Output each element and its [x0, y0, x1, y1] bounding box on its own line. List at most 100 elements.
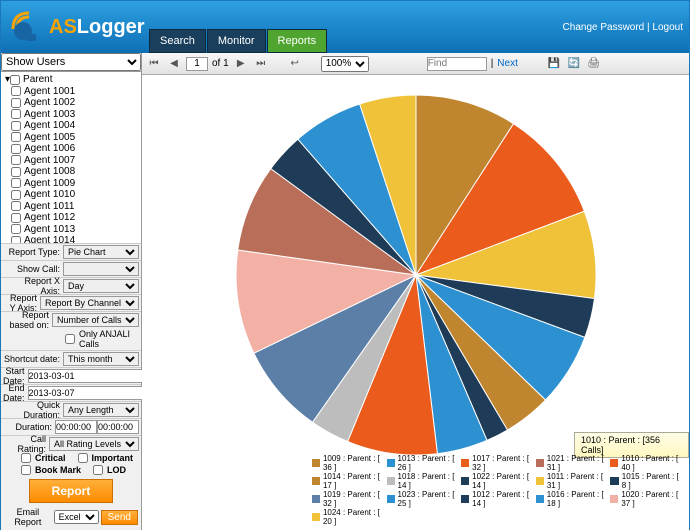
- send-button[interactable]: Send: [101, 510, 138, 525]
- tree-checkbox[interactable]: [10, 75, 20, 85]
- legend-swatch: [461, 459, 469, 467]
- report-button[interactable]: Report: [29, 479, 114, 503]
- rating-select[interactable]: All Rating Levels: [49, 437, 139, 451]
- users-tree[interactable]: ▾Parent Agent 1001Agent 1002Agent 1003Ag…: [1, 72, 141, 243]
- legend-item: 1015 : Parent : [ 8 ]: [610, 472, 679, 490]
- legend-swatch: [312, 513, 320, 521]
- prev-page-icon[interactable]: ◀: [166, 56, 182, 72]
- label: Show Call:: [3, 264, 63, 274]
- report-type-select[interactable]: Pie Chart: [63, 245, 139, 259]
- tree-item[interactable]: Agent 1008: [3, 166, 139, 178]
- show-call-select[interactable]: [63, 262, 139, 276]
- next-page-icon[interactable]: ▶: [233, 56, 249, 72]
- duration-from-input[interactable]: [55, 420, 97, 434]
- refresh-icon[interactable]: 🔄: [566, 56, 582, 72]
- only-anjali-checkbox[interactable]: [65, 334, 75, 344]
- report-content: ⏮ ◀ of 1 ▶ ⏭ ↩ 100% |Next 💾 🔄 🖨 1010 : P…: [142, 53, 689, 530]
- tree-checkbox[interactable]: [11, 201, 21, 211]
- tree-item[interactable]: Agent 1011: [3, 201, 139, 213]
- tree-checkbox[interactable]: [11, 167, 21, 177]
- legend-label: 1012 : Parent : [ 14 ]: [472, 490, 530, 508]
- tree-item[interactable]: Agent 1005: [3, 132, 139, 144]
- tree-checkbox[interactable]: [11, 178, 21, 188]
- tree-label: Agent 1014: [24, 235, 75, 243]
- x-axis-select[interactable]: Day: [63, 279, 139, 293]
- legend-swatch: [387, 459, 395, 467]
- label: Call Rating:: [3, 434, 49, 454]
- export-icon[interactable]: 💾: [546, 56, 562, 72]
- tree-item[interactable]: Agent 1010: [3, 189, 139, 201]
- show-users-select[interactable]: Show Users: [1, 53, 141, 71]
- tree-checkbox[interactable]: [11, 132, 21, 142]
- tree-checkbox[interactable]: [11, 109, 21, 119]
- tree-checkbox[interactable]: [11, 144, 21, 154]
- legend-item: 1013 : Parent : [ 26 ]: [387, 454, 456, 472]
- tree-label: Agent 1009: [24, 178, 75, 189]
- important-checkbox[interactable]: [78, 453, 88, 463]
- tree-checkbox[interactable]: [11, 213, 21, 223]
- y-axis-select[interactable]: Report By Channel: [40, 296, 139, 310]
- legend-item: 1011 : Parent : [ 31 ]: [536, 472, 605, 490]
- last-page-icon[interactable]: ⏭: [253, 56, 269, 72]
- find-input[interactable]: [427, 57, 487, 71]
- tree-checkbox[interactable]: [11, 121, 21, 131]
- tree-item[interactable]: Agent 1003: [3, 109, 139, 121]
- tree-item[interactable]: Agent 1007: [3, 155, 139, 167]
- legend-swatch: [461, 477, 469, 485]
- legend-label: 1020 : Parent : [ 37 ]: [621, 490, 679, 508]
- duration-to-input[interactable]: [97, 420, 139, 434]
- tab-search[interactable]: Search: [149, 29, 206, 53]
- start-date-input[interactable]: [28, 369, 147, 383]
- legend-label: 1015 : Parent : [ 8 ]: [622, 472, 679, 490]
- legend-label: 1011 : Parent : [ 31 ]: [547, 472, 605, 490]
- legend-swatch: [387, 495, 395, 503]
- tree-checkbox[interactable]: [11, 224, 21, 234]
- tree-checkbox[interactable]: [11, 155, 21, 165]
- tree-checkbox[interactable]: [11, 98, 21, 108]
- print-icon[interactable]: 🖨: [586, 56, 602, 72]
- tree-root[interactable]: ▾Parent: [3, 74, 139, 86]
- label: Only ANJALI Calls: [79, 329, 137, 349]
- tree-item[interactable]: Agent 1009: [3, 178, 139, 190]
- legend-label: 1021 : Parent : [ 31 ]: [547, 454, 605, 472]
- tab-reports[interactable]: Reports: [267, 29, 328, 53]
- tree-item[interactable]: Agent 1006: [3, 143, 139, 155]
- tree-checkbox[interactable]: [11, 236, 21, 243]
- email-format-select[interactable]: Excel: [54, 510, 99, 524]
- legend-item: 1021 : Parent : [ 31 ]: [536, 454, 605, 472]
- legend-label: 1022 : Parent : [ 14 ]: [472, 472, 530, 490]
- legend-swatch: [312, 477, 320, 485]
- legend-label: 1018 : Parent : [ 14 ]: [398, 472, 456, 490]
- back-icon[interactable]: ↩: [287, 56, 303, 72]
- tree-checkbox[interactable]: [11, 190, 21, 200]
- tree-item[interactable]: Agent 1001: [3, 86, 139, 98]
- tree-checkbox[interactable]: [11, 86, 21, 96]
- shortcut-date-select[interactable]: This month: [63, 352, 139, 366]
- page-input[interactable]: [186, 57, 208, 71]
- chart-area: 1010 : Parent : [356 Calls] 1009 : Paren…: [142, 75, 689, 530]
- end-date-input[interactable]: [28, 386, 147, 400]
- find-next-link[interactable]: Next: [497, 58, 518, 69]
- tree-item[interactable]: Agent 1014: [3, 235, 139, 243]
- legend-item: 1023 : Parent : [ 25 ]: [387, 490, 456, 508]
- bookmark-checkbox[interactable]: [21, 465, 31, 475]
- tree-label: Agent 1005: [24, 132, 75, 143]
- zoom-select[interactable]: 100%: [321, 56, 369, 72]
- logout-link[interactable]: Logout: [652, 22, 683, 33]
- tree-item[interactable]: Agent 1002: [3, 97, 139, 109]
- legend-label: 1013 : Parent : [ 26 ]: [398, 454, 456, 472]
- lod-checkbox[interactable]: [93, 465, 103, 475]
- legend-item: 1009 : Parent : [ 36 ]: [312, 454, 381, 472]
- based-on-select[interactable]: Number of Calls: [52, 313, 139, 327]
- quick-duration-select[interactable]: Any Length: [63, 403, 139, 417]
- tree-item[interactable]: Agent 1004: [3, 120, 139, 132]
- tab-monitor[interactable]: Monitor: [207, 29, 266, 53]
- legend-label: 1024 : Parent : [ 20 ]: [323, 508, 381, 526]
- label: LOD: [107, 465, 126, 475]
- tree-item[interactable]: Agent 1012: [3, 212, 139, 224]
- first-page-icon[interactable]: ⏮: [146, 56, 162, 72]
- tree-item[interactable]: Agent 1013: [3, 224, 139, 236]
- critical-checkbox[interactable]: [21, 453, 31, 463]
- change-password-link[interactable]: Change Password: [563, 22, 645, 33]
- legend-item: 1024 : Parent : [ 20 ]: [312, 508, 381, 526]
